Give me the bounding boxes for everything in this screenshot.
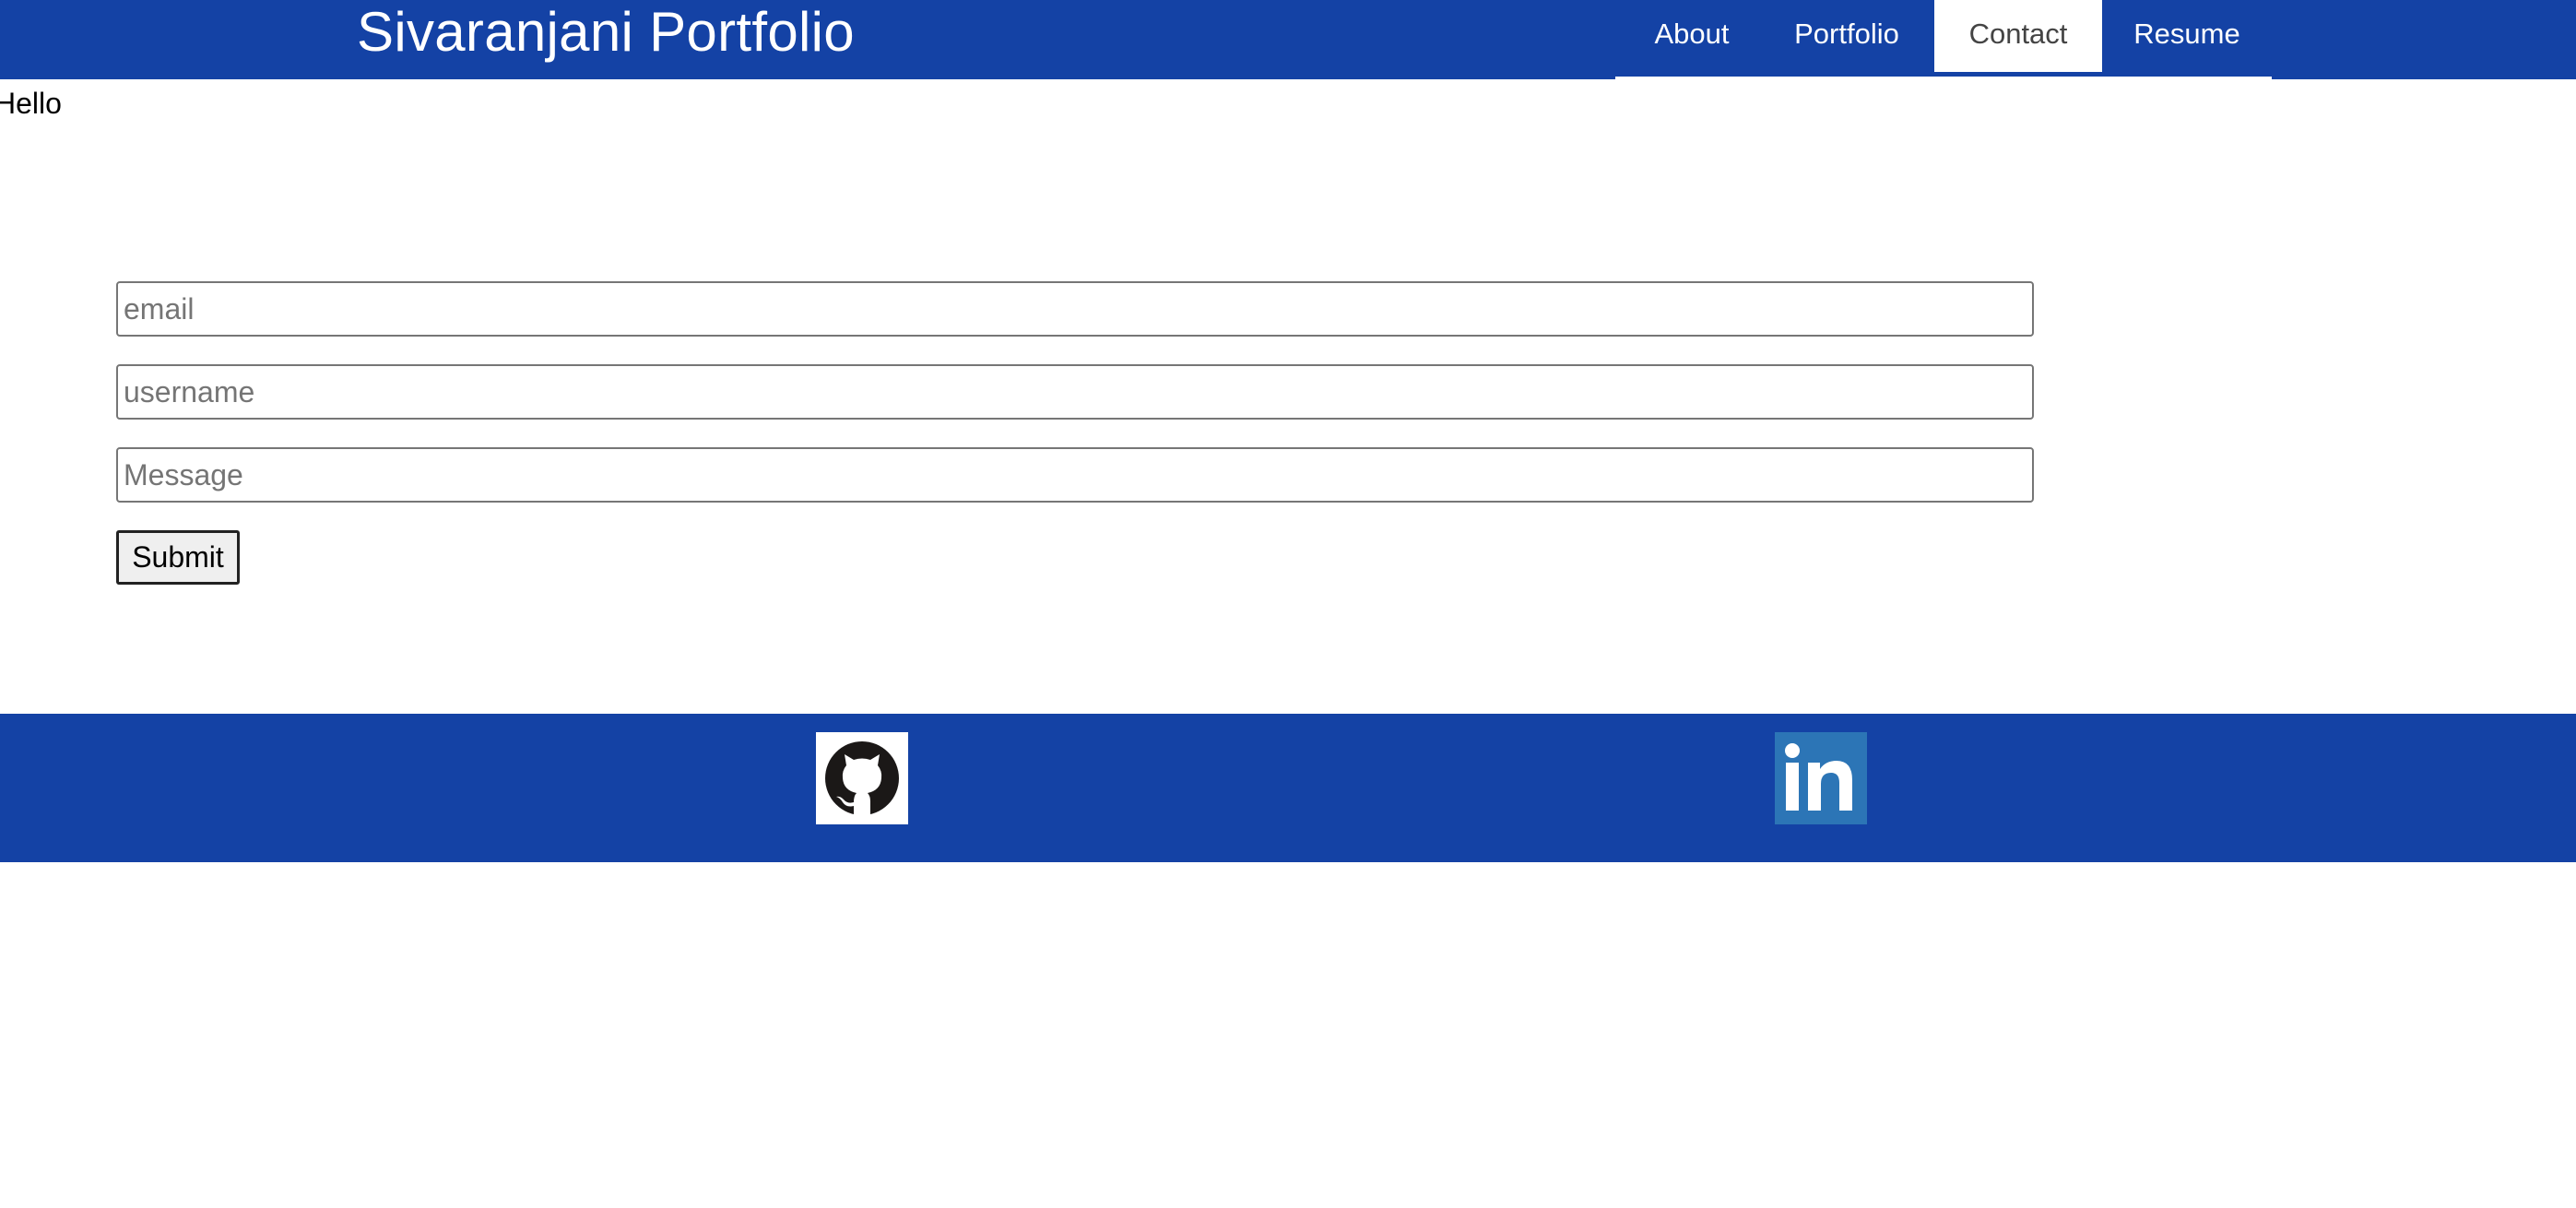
submit-button[interactable]: Submit — [116, 530, 240, 585]
nav-link-contact[interactable]: Contact — [1934, 0, 2102, 72]
nav-link-portfolio[interactable]: Portfolio — [1768, 0, 1925, 72]
linkedin-icon — [1775, 732, 1867, 824]
github-link[interactable] — [816, 732, 908, 824]
nav-link-about[interactable]: About — [1615, 0, 1768, 72]
site-footer — [0, 714, 2576, 862]
site-header: Sivaranjani Portfolio About Portfolio Co… — [0, 0, 2576, 79]
nav-link-resume[interactable]: Resume — [2102, 0, 2272, 72]
main-nav: About Portfolio Contact Resume — [1615, 0, 2272, 79]
site-title: Sivaranjani Portfolio — [357, 1, 855, 63]
github-icon — [816, 732, 908, 824]
email-field[interactable] — [116, 281, 2034, 337]
greeting-text: Hello — [0, 87, 62, 120]
linkedin-link[interactable] — [1775, 732, 1867, 824]
username-field[interactable] — [116, 364, 2034, 420]
message-field[interactable] — [116, 447, 2034, 503]
